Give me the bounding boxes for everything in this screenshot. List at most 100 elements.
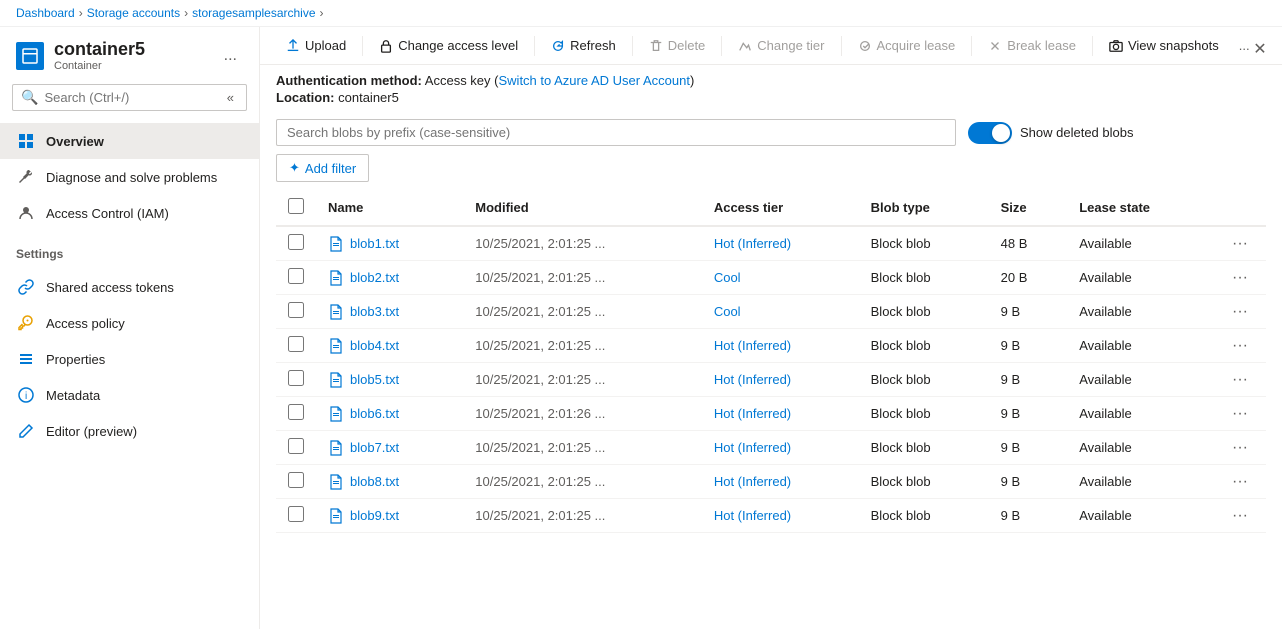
file-icon [328,474,344,490]
auth-switch-link[interactable]: Switch to Azure AD User Account [499,73,690,88]
key-icon [16,313,36,333]
change-access-button[interactable]: Change access level [369,33,528,58]
delete-button[interactable]: Delete [639,33,716,58]
row-more-button[interactable]: ··· [1226,437,1254,458]
sidebar-more-button[interactable]: ... [218,45,243,67]
upload-button[interactable]: Upload [276,33,356,58]
close-button[interactable]: ✕ [1246,35,1274,63]
sidebar-editor-label: Editor (preview) [46,424,137,439]
header-actions [1214,190,1266,226]
sidebar-item-access-policy[interactable]: Access policy [0,305,259,341]
sidebar-item-shared-access-tokens[interactable]: Shared access tokens [0,269,259,305]
row-checkbox-cell[interactable] [276,295,316,329]
blob-name[interactable]: blob7.txt [350,440,399,455]
add-filter-button[interactable]: ✦ Add filter [276,154,369,182]
sidebar-item-metadata[interactable]: i Metadata [0,377,259,413]
row-checkbox[interactable] [288,370,304,386]
row-actions: ··· [1214,465,1266,499]
file-icon [328,406,344,422]
view-snapshots-button[interactable]: View snapshots [1099,33,1229,58]
header-modified[interactable]: Modified [463,190,702,226]
row-checkbox-cell[interactable] [276,363,316,397]
row-blob-type: Block blob [859,295,989,329]
row-checkbox[interactable] [288,472,304,488]
row-blob-type: Block blob [859,431,989,465]
row-checkbox[interactable] [288,234,304,250]
acquire-lease-button[interactable]: Acquire lease [848,33,966,58]
row-checkbox[interactable] [288,404,304,420]
blob-name[interactable]: blob2.txt [350,270,399,285]
row-checkbox-cell[interactable] [276,431,316,465]
change-tier-button[interactable]: Change tier [728,33,834,58]
blob-name[interactable]: blob6.txt [350,406,399,421]
row-more-button[interactable]: ··· [1226,505,1254,526]
row-checkbox-cell[interactable] [276,261,316,295]
filter-plus-icon: ✦ [289,160,300,176]
search-input[interactable] [44,90,222,105]
row-checkbox[interactable] [288,438,304,454]
blob-name[interactable]: blob3.txt [350,304,399,319]
row-modified: 10/25/2021, 2:01:25 ... [463,431,702,465]
row-checkbox[interactable] [288,506,304,522]
row-size: 20 B [989,261,1068,295]
row-more-button[interactable]: ··· [1226,267,1254,288]
grid-icon [16,131,36,151]
blob-name[interactable]: blob5.txt [350,372,399,387]
sidebar-item-overview[interactable]: Overview [0,123,259,159]
row-checkbox-cell[interactable] [276,465,316,499]
header-access-tier[interactable]: Access tier [702,190,859,226]
breadcrumb-storagesamplesarchive[interactable]: storagesamplesarchive [192,6,315,20]
header-blob-type[interactable]: Blob type [859,190,989,226]
row-blob-type: Block blob [859,397,989,431]
row-more-button[interactable]: ··· [1226,233,1254,254]
row-blob-type: Block blob [859,329,989,363]
blob-name[interactable]: blob1.txt [350,236,399,251]
row-more-button[interactable]: ··· [1226,335,1254,356]
row-checkbox-cell[interactable] [276,329,316,363]
show-deleted-toggle[interactable] [968,122,1012,144]
row-checkbox-cell[interactable] [276,499,316,533]
table-row: blob9.txt 10/25/2021, 2:01:25 ... Hot (I… [276,499,1266,533]
header-lease-state[interactable]: Lease state [1067,190,1214,226]
sidebar: container5 Container ... 🔍 « Overview [0,27,260,629]
row-more-button[interactable]: ··· [1226,471,1254,492]
sidebar-access-control-label: Access Control (IAM) [46,206,169,221]
row-more-button[interactable]: ··· [1226,301,1254,322]
link-icon [16,277,36,297]
header-size[interactable]: Size [989,190,1068,226]
content-area: ✕ Upload Change access level Refresh Del… [260,27,1282,629]
break-lease-button[interactable]: Break lease [978,33,1086,58]
sidebar-item-editor[interactable]: Editor (preview) [0,413,259,449]
breadcrumb-dashboard[interactable]: Dashboard [16,6,75,20]
row-size: 48 B [989,226,1068,261]
collapse-button[interactable]: « [223,90,238,105]
row-checkbox[interactable] [288,302,304,318]
toolbar-separator-7 [1092,36,1093,56]
sidebar-item-diagnose[interactable]: Diagnose and solve problems [0,159,259,195]
blob-name[interactable]: blob9.txt [350,508,399,523]
sidebar-item-access-control[interactable]: Access Control (IAM) [0,195,259,231]
row-checkbox[interactable] [288,268,304,284]
row-checkbox[interactable] [288,336,304,352]
row-name: blob1.txt [316,226,463,261]
blob-table-body: blob1.txt 10/25/2021, 2:01:25 ... Hot (I… [276,226,1266,533]
row-checkbox-cell[interactable] [276,226,316,261]
header-name[interactable]: Name [316,190,463,226]
row-more-button[interactable]: ··· [1226,369,1254,390]
tool-icon [16,167,36,187]
select-all-checkbox[interactable] [288,198,304,214]
row-checkbox-cell[interactable] [276,397,316,431]
blob-search-input[interactable] [276,119,956,146]
sidebar-properties-label: Properties [46,352,105,367]
breadcrumb-storage-accounts[interactable]: Storage accounts [87,6,180,20]
refresh-button[interactable]: Refresh [541,33,626,58]
blob-name[interactable]: blob4.txt [350,338,399,353]
table-row: blob7.txt 10/25/2021, 2:01:25 ... Hot (I… [276,431,1266,465]
row-modified: 10/25/2021, 2:01:25 ... [463,363,702,397]
sidebar-item-properties[interactable]: Properties [0,341,259,377]
row-more-button[interactable]: ··· [1226,403,1254,424]
file-icon [328,236,344,252]
location-value: container5 [338,90,399,105]
row-size: 9 B [989,431,1068,465]
blob-name[interactable]: blob8.txt [350,474,399,489]
